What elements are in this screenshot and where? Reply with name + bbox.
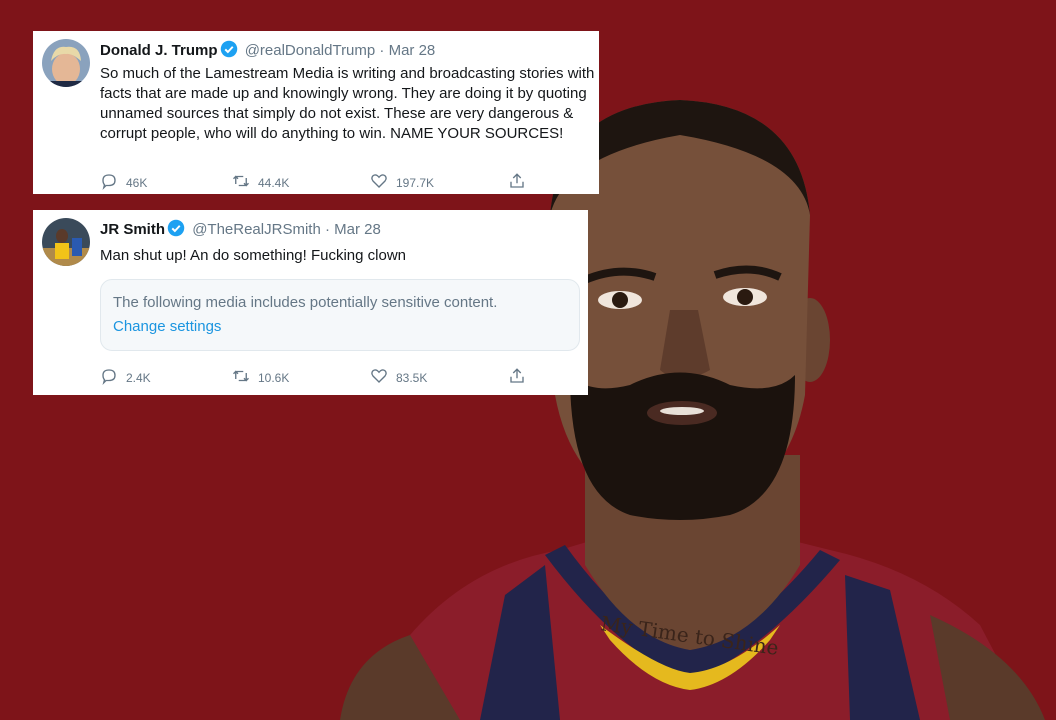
like-button[interactable]: 83.5K bbox=[370, 367, 427, 388]
like-count: 197.7K bbox=[396, 175, 435, 190]
reply-icon bbox=[100, 367, 118, 388]
like-icon bbox=[370, 367, 388, 388]
tweet-header: JR Smith @TheRealJRSmith · Mar 28 bbox=[100, 219, 381, 241]
like-icon bbox=[370, 172, 388, 193]
tweet-text: So much of the Lamestream Media is writi… bbox=[100, 65, 595, 142]
reply-button[interactable]: 46K bbox=[100, 172, 147, 193]
share-icon bbox=[508, 172, 526, 193]
author-name[interactable]: Donald J. Trump bbox=[100, 42, 218, 59]
verified-badge-icon bbox=[220, 40, 238, 62]
separator: · bbox=[324, 221, 330, 238]
retweet-button[interactable]: 44.4K bbox=[232, 172, 289, 193]
tweet-card: Donald J. Trump @realDonaldTrump · Mar 2… bbox=[33, 31, 599, 194]
reply-icon bbox=[100, 172, 118, 193]
retweet-icon bbox=[232, 172, 250, 193]
avatar[interactable] bbox=[42, 218, 90, 266]
share-icon bbox=[508, 367, 526, 388]
share-button[interactable] bbox=[508, 367, 526, 388]
retweet-count: 10.6K bbox=[258, 370, 290, 385]
reply-count: 46K bbox=[126, 175, 148, 190]
tweet-card: JR Smith @TheRealJRSmith · Mar 28 Man sh… bbox=[33, 210, 588, 395]
verified-badge-icon bbox=[167, 219, 185, 241]
tweet-text: Man shut up! An do something! Fucking cl… bbox=[100, 247, 407, 264]
retweet-icon bbox=[232, 367, 250, 388]
author-handle[interactable]: @TheRealJRSmith bbox=[192, 221, 321, 238]
share-button[interactable] bbox=[508, 172, 526, 193]
like-button[interactable]: 197.7K bbox=[370, 172, 434, 193]
change-settings-link[interactable]: Change settings bbox=[113, 318, 221, 335]
retweet-count: 44.4K bbox=[258, 175, 290, 190]
reply-count: 2.4K bbox=[126, 370, 151, 385]
tweet-date[interactable]: Mar 28 bbox=[334, 221, 381, 238]
media-notice-text: The following media includes potentially… bbox=[113, 294, 498, 311]
author-name[interactable]: JR Smith bbox=[100, 221, 165, 238]
sensitive-media-notice: The following media includes potentially… bbox=[100, 279, 580, 351]
tweet-header: Donald J. Trump @realDonaldTrump · Mar 2… bbox=[100, 40, 435, 62]
author-handle[interactable]: @realDonaldTrump bbox=[245, 42, 376, 59]
retweet-button[interactable]: 10.6K bbox=[232, 367, 289, 388]
like-count: 83.5K bbox=[396, 370, 428, 385]
reply-button[interactable]: 2.4K bbox=[100, 367, 151, 388]
separator: · bbox=[379, 42, 385, 59]
avatar[interactable] bbox=[42, 39, 90, 87]
tweet-date[interactable]: Mar 28 bbox=[389, 42, 436, 59]
